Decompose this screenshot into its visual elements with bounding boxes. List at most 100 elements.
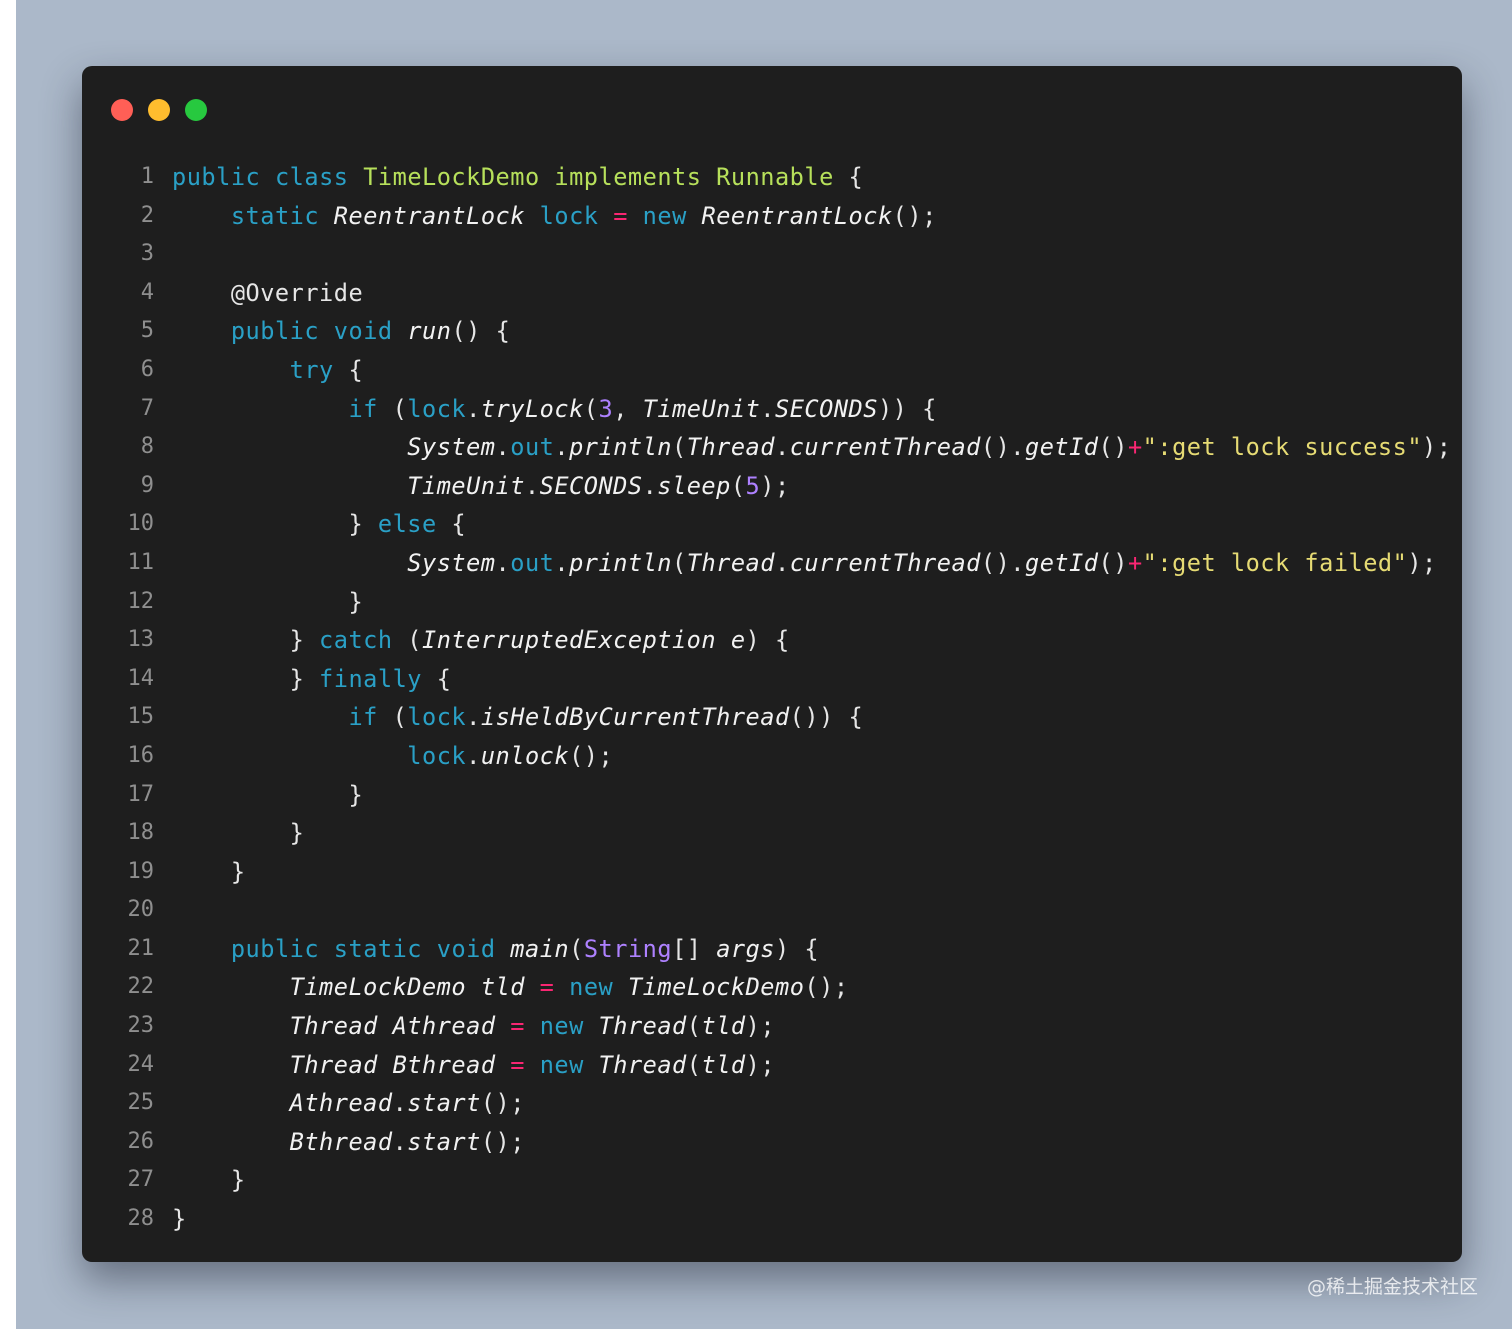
code-token: run — [407, 317, 452, 346]
code-token: ReentrantLock — [333, 201, 525, 230]
code-line: 6 try { — [82, 351, 1462, 390]
maximize-dot-icon[interactable] — [185, 99, 207, 121]
line-number: 13 — [127, 627, 155, 653]
code-token: finally — [319, 664, 422, 693]
code-line: 24 Thread Bthread = new Thread(tld); — [82, 1046, 1462, 1085]
code-line: 20 — [82, 891, 1462, 930]
line-number: 23 — [127, 1013, 155, 1039]
code-token: tld — [480, 973, 525, 1002]
line-number: 2 — [140, 202, 154, 228]
code-token: ":get lock failed" — [1142, 548, 1408, 577]
code-line: 3 — [82, 235, 1462, 274]
code-token: . — [760, 394, 776, 423]
line-number: 15 — [127, 704, 155, 730]
code-token: Thread — [686, 548, 775, 577]
code-token: 3 — [598, 394, 614, 423]
code-token: ( — [377, 394, 408, 423]
line-source: } finally { — [172, 660, 451, 699]
code-token: Thread — [289, 1012, 378, 1041]
line-source: TimeUnit.SECONDS.sleep(5); — [172, 467, 790, 506]
code-line: 18 } — [82, 814, 1462, 853]
line-number: 17 — [127, 781, 155, 807]
line-source: } — [172, 1161, 246, 1200]
code-token: TimeUnit — [407, 471, 525, 500]
code-token: = — [613, 201, 628, 230]
line-source: } — [172, 583, 363, 622]
code-line: 5 public void run() { — [82, 312, 1462, 351]
code-line: 15 if (lock.isHeldByCurrentThread()) { — [82, 698, 1462, 737]
code-token: } — [172, 1166, 246, 1195]
code-token: ( — [672, 433, 687, 462]
code-token: } — [172, 1205, 187, 1234]
minimize-dot-icon[interactable] — [148, 99, 170, 121]
code-token: . — [392, 1089, 408, 1118]
code-token: new — [569, 973, 614, 1002]
code-token: } — [172, 587, 364, 616]
line-number: 21 — [127, 935, 155, 961]
line-number: 25 — [127, 1090, 155, 1116]
code-token: . — [495, 548, 511, 577]
line-source: static ReentrantLock lock = new Reentran… — [172, 197, 937, 236]
code-token: 5 — [745, 471, 761, 500]
line-source: } — [172, 814, 304, 853]
code-token: void — [333, 317, 393, 346]
code-token: = — [539, 973, 555, 1002]
code-token: ReentrantLock — [701, 201, 893, 230]
code-token: tryLock — [480, 394, 584, 423]
line-source: Thread Athread = new Thread(tld); — [172, 1007, 775, 1046]
line-source: } — [172, 1200, 187, 1239]
line-number: 4 — [140, 279, 154, 305]
close-dot-icon[interactable] — [111, 99, 133, 121]
line-number: 8 — [140, 434, 154, 460]
line-number: 10 — [127, 511, 155, 537]
code-line: 23 Thread Athread = new Thread(tld); — [82, 1007, 1462, 1046]
code-line: 2 static ReentrantLock lock = new Reentr… — [82, 197, 1462, 236]
code-token: ); — [760, 471, 790, 500]
code-token: { — [333, 355, 364, 384]
code-block[interactable]: 1 public class TimeLockDemo implements Ru… — [82, 158, 1462, 1239]
code-token: if — [348, 394, 378, 423]
code-line: 11 System.out.println(Thread.currentThre… — [82, 544, 1462, 583]
line-number: 18 — [127, 820, 155, 846]
watermark: @稀土掘金技术社区 — [1306, 1276, 1478, 1298]
line-number: 3 — [140, 241, 154, 267]
code-token: (); — [480, 1127, 525, 1156]
code-line: 25 Athread.start(); — [82, 1084, 1462, 1123]
code-token: ( — [730, 471, 746, 500]
code-token: Thread — [686, 433, 775, 462]
line-number: 7 — [140, 395, 154, 421]
code-token: public — [230, 317, 320, 346]
code-token: Runnable — [716, 163, 834, 191]
line-source: } else { — [172, 505, 466, 544]
code-token: ()) { — [789, 703, 864, 732]
line-number: 11 — [127, 549, 155, 575]
code-token: } — [172, 510, 378, 539]
code-token: ); — [1422, 433, 1452, 462]
line-source: public class TimeLockDemo implements Run… — [172, 158, 863, 197]
code-token: lock — [407, 394, 467, 423]
code-token: { — [833, 163, 864, 191]
code-token: getId — [1024, 433, 1099, 462]
code-token: ":get lock success" — [1142, 433, 1423, 462]
code-token: ( — [569, 934, 584, 963]
line-source: Bthread.start(); — [172, 1123, 525, 1162]
line-source: if (lock.isHeldByCurrentThread()) { — [172, 698, 863, 737]
code-token: lock — [407, 703, 467, 732]
code-token: main — [510, 934, 570, 963]
